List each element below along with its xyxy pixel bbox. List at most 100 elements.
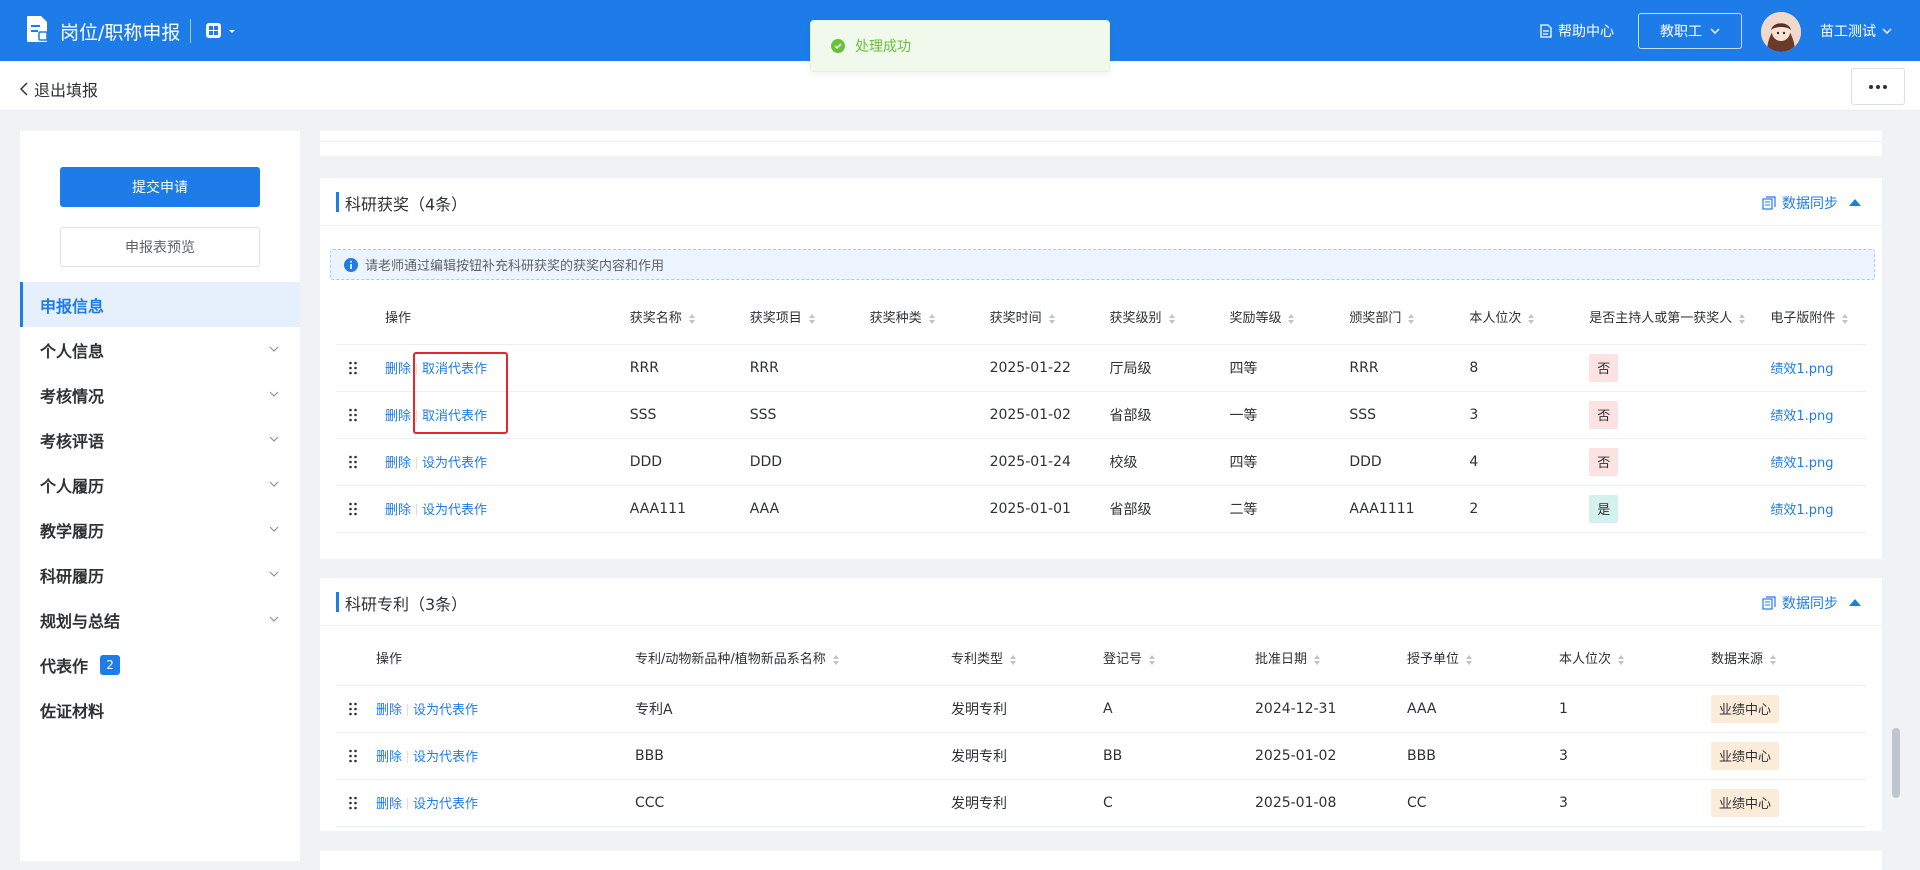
- attachment-link[interactable]: 绩效1.png: [1770, 503, 1833, 518]
- page-vertical-scrollbar[interactable]: [1892, 728, 1900, 798]
- chevron-down-icon: [1710, 28, 1720, 34]
- first-awardee-cell: 否: [1589, 391, 1771, 439]
- sort-icon[interactable]: [688, 313, 696, 325]
- column-header: 数据来源: [1711, 631, 1866, 686]
- sidebar-item[interactable]: 规划与总结: [20, 597, 300, 642]
- table-header-row: 操作 专利/动物新品种/植物新品系名称 专利类型 登记号 批准日期 授予单位 本人位次 数据来…: [336, 631, 1866, 686]
- column-header: 批准日期: [1255, 631, 1407, 686]
- representative-toggle-link[interactable]: 设为代表作: [413, 797, 478, 812]
- drag-column-header: [336, 631, 376, 686]
- source-tag: 业绩中心: [1711, 788, 1780, 817]
- help-center-link[interactable]: 帮助中心: [1540, 21, 1614, 41]
- sidebar-item[interactable]: 教学履历: [20, 507, 300, 552]
- award-grade-cell: 四等: [1229, 438, 1350, 486]
- sort-icon[interactable]: [1841, 313, 1849, 325]
- drag-cell: [336, 732, 376, 780]
- column-header-label: 获奖时间: [989, 311, 1042, 327]
- sort-icon[interactable]: [1148, 654, 1156, 666]
- sidebar-item[interactable]: 申报信息: [20, 282, 300, 327]
- user-avatar[interactable]: [1761, 12, 1801, 52]
- exit-fill-button[interactable]: 退出填报: [20, 77, 98, 101]
- operation-cell: 删除 设为代表作: [376, 779, 635, 827]
- drag-handle-icon[interactable]: [348, 702, 358, 716]
- drag-handle-icon[interactable]: [348, 502, 358, 516]
- drag-handle-icon[interactable]: [348, 408, 358, 422]
- sort-icon[interactable]: [832, 654, 840, 666]
- preview-form-button[interactable]: 申报表预览: [60, 227, 260, 267]
- sort-icon[interactable]: [1738, 313, 1746, 325]
- more-button[interactable]: [1851, 68, 1905, 105]
- delete-link[interactable]: 删除: [385, 409, 411, 424]
- attachment-link[interactable]: 绩效1.png: [1770, 362, 1833, 377]
- drag-handle-icon[interactable]: [348, 796, 358, 810]
- delete-link[interactable]: 删除: [376, 750, 402, 765]
- column-header-label: 获奖名称: [629, 311, 682, 327]
- source-tag: 业绩中心: [1711, 694, 1780, 723]
- sort-icon[interactable]: [1168, 313, 1176, 325]
- sort-icon[interactable]: [1009, 654, 1017, 666]
- attachment-cell: 绩效1.png: [1770, 485, 1866, 533]
- drag-cell: [336, 485, 385, 533]
- sort-icon[interactable]: [1313, 654, 1321, 666]
- award-project-cell: SSS: [749, 391, 870, 439]
- patents-sync-button[interactable]: 数据同步: [1762, 593, 1838, 613]
- delete-link[interactable]: 删除: [385, 503, 411, 518]
- drag-handle-icon[interactable]: [348, 361, 358, 375]
- sidebar-item[interactable]: 科研履历: [20, 552, 300, 597]
- sort-icon[interactable]: [1465, 654, 1473, 666]
- representative-toggle-link[interactable]: 设为代表作: [422, 503, 487, 518]
- representative-toggle-link[interactable]: 取消代表作: [422, 409, 487, 424]
- sidebar-item[interactable]: 考核情况: [20, 372, 300, 417]
- chevron-down-icon: [269, 616, 279, 622]
- column-header: 获奖名称: [629, 290, 750, 345]
- approval-date-cell: 2025-01-08: [1255, 779, 1407, 827]
- delete-link[interactable]: 删除: [385, 362, 411, 377]
- title-divider: [190, 19, 191, 43]
- sort-icon[interactable]: [1617, 654, 1625, 666]
- drag-handle-icon[interactable]: [348, 749, 358, 763]
- delete-link[interactable]: 删除: [376, 703, 402, 718]
- sidebar-item-label: 规划与总结: [40, 611, 121, 631]
- submit-application-button[interactable]: 提交申请: [60, 167, 260, 207]
- patent-type-cell: 发明专利: [951, 685, 1103, 733]
- sidebar-item[interactable]: 佐证材料: [20, 687, 300, 732]
- sort-icon[interactable]: [808, 313, 816, 325]
- sort-icon[interactable]: [1048, 313, 1056, 325]
- sidebar-item[interactable]: 考核评语: [20, 417, 300, 462]
- section-accent-bar: [336, 592, 339, 612]
- attachment-link[interactable]: 绩效1.png: [1770, 456, 1833, 471]
- chevron-down-icon: [269, 481, 279, 487]
- sort-icon[interactable]: [1769, 654, 1777, 666]
- rank-cell: 4: [1469, 438, 1590, 486]
- sort-icon[interactable]: [1407, 313, 1415, 325]
- sidebar-item[interactable]: 代表作 2: [20, 642, 300, 687]
- collapse-up-icon[interactable]: [1848, 596, 1862, 608]
- attachment-cell: 绩效1.png: [1770, 438, 1866, 486]
- copy-icon: [1762, 196, 1776, 210]
- column-header: 获奖种类: [869, 290, 990, 345]
- sort-icon[interactable]: [1287, 313, 1295, 325]
- representative-toggle-link[interactable]: 设为代表作: [413, 750, 478, 765]
- registration-cell: C: [1103, 779, 1255, 827]
- drag-handle-icon[interactable]: [348, 455, 358, 469]
- delete-link[interactable]: 删除: [385, 456, 411, 471]
- delete-link[interactable]: 删除: [376, 797, 402, 812]
- user-menu[interactable]: 苗工测试: [1820, 21, 1892, 41]
- exit-fill-label: 退出填报: [34, 81, 99, 100]
- app-switcher-button[interactable]: [204, 21, 240, 41]
- sidebar-item[interactable]: 个人履历: [20, 462, 300, 507]
- awards-sync-button[interactable]: 数据同步: [1762, 193, 1838, 213]
- sort-icon[interactable]: [928, 313, 936, 325]
- representative-toggle-link[interactable]: 取消代表作: [422, 362, 487, 377]
- award-date-cell: 2025-01-22: [989, 344, 1110, 392]
- representative-toggle-link[interactable]: 设为代表作: [422, 456, 487, 471]
- representative-toggle-link[interactable]: 设为代表作: [413, 703, 478, 718]
- collapse-up-icon[interactable]: [1848, 196, 1862, 208]
- info-icon: [344, 258, 358, 272]
- previous-section-stub: [320, 131, 1882, 156]
- role-switch-button[interactable]: 教职工: [1638, 13, 1742, 49]
- sort-icon[interactable]: [1527, 313, 1535, 325]
- user-name: 苗工测试: [1820, 24, 1876, 40]
- attachment-link[interactable]: 绩效1.png: [1770, 409, 1833, 424]
- sidebar-item[interactable]: 个人信息: [20, 327, 300, 372]
